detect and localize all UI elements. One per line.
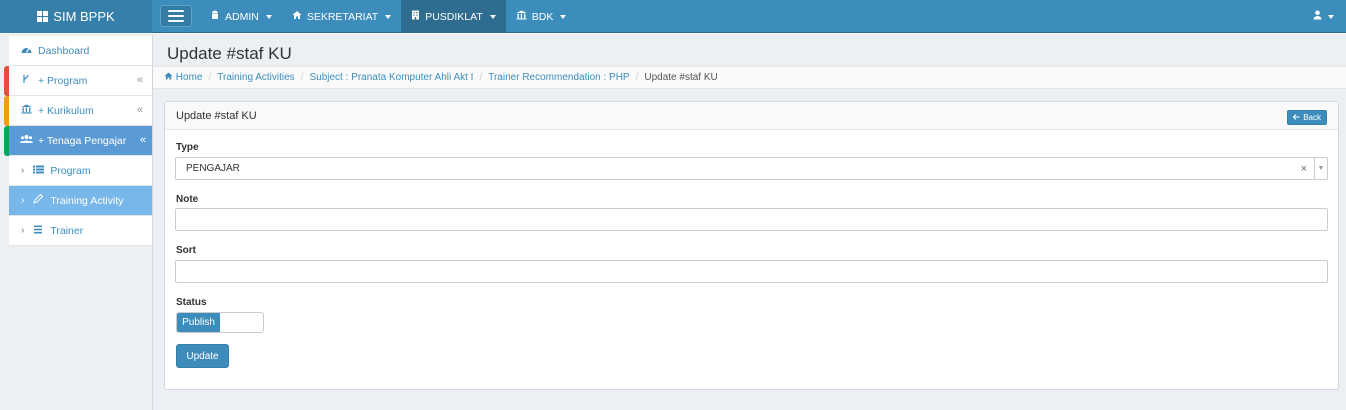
caret-down-icon <box>489 14 496 19</box>
breadcrumb-subject[interactable]: Subject : Pranata Komputer Ahli Akt I <box>309 72 473 83</box>
collapse-icon[interactable]: « <box>140 134 146 146</box>
sidebar: Dashboard + Program « + Kurikulum « + Te… <box>0 34 153 410</box>
breadcrumb-separator: / <box>300 72 304 83</box>
breadcrumb: Home / Training Activities / Subject : P… <box>153 66 1346 89</box>
note-label: Note <box>176 194 199 205</box>
breadcrumb-home[interactable]: Home <box>164 72 202 83</box>
type-select-value: PENGAJAR <box>186 163 240 174</box>
home-icon <box>164 72 176 83</box>
bars-icon <box>32 225 44 237</box>
sidebar-item-label: Dashboard <box>38 44 90 57</box>
main-menu: ADMIN SEKRETARIAT PUSDIKLAT BDK <box>200 0 576 33</box>
breadcrumb-separator: / <box>479 72 483 83</box>
main-content: Update #staf KU Home / Training Activiti… <box>153 34 1346 410</box>
menu-admin[interactable]: ADMIN <box>200 0 282 33</box>
building-icon <box>411 10 420 23</box>
top-navbar: SIM BPPK ADMIN SEKRETARIAT PUSDIKLAT BDK <box>0 0 1346 33</box>
clear-icon[interactable]: × <box>1301 163 1307 175</box>
sidebar-item-label: Training Activity <box>50 194 124 207</box>
update-form-box: Update #staf KU Back Type PENGAJAR × ▼ N… <box>164 101 1339 390</box>
sidebar-item-label: + Kurikulum <box>38 104 94 117</box>
users-icon <box>20 134 33 147</box>
arrow-left-icon <box>1292 113 1300 122</box>
menu-sekretariat[interactable]: SEKRETARIAT <box>282 0 401 33</box>
collapse-icon[interactable]: « <box>137 104 143 116</box>
breadcrumb-home-label: Home <box>175 72 203 83</box>
back-button-label: Back <box>1303 113 1321 122</box>
sidebar-subitem-trainer[interactable]: › Trainer <box>9 216 152 246</box>
breadcrumb-separator: / <box>208 72 212 83</box>
sidebar-item-program[interactable]: + Program « <box>9 66 152 96</box>
back-button[interactable]: Back <box>1287 110 1327 125</box>
sort-input[interactable] <box>175 260 1328 283</box>
update-button[interactable]: Update <box>176 344 229 368</box>
sidebar-item-label: + Tenaga Pengajar <box>38 134 127 147</box>
caret-down-icon <box>560 14 567 19</box>
page-title: Update #staf KU <box>167 44 292 63</box>
sort-label: Sort <box>176 245 196 256</box>
chevron-right-icon: › <box>21 225 25 236</box>
brand-name: SIM BPPK <box>53 9 115 24</box>
chevron-right-icon: › <box>21 165 25 176</box>
caret-down-icon <box>1328 14 1334 19</box>
menu-bdk[interactable]: BDK <box>506 0 577 33</box>
sidebar-item-tenaga-pengajar[interactable]: + Tenaga Pengajar « <box>9 126 152 156</box>
status-toggle[interactable]: Publish <box>176 312 264 333</box>
sidebar-subitem-training-activity[interactable]: › Training Activity <box>9 186 152 216</box>
menu-bdk-label: BDK <box>531 10 554 23</box>
android-icon <box>210 10 220 23</box>
breadcrumb-current: Update #staf KU <box>644 72 718 83</box>
sidebar-toggle-button[interactable] <box>160 5 192 27</box>
dashboard-icon <box>20 45 32 57</box>
institution-icon <box>20 104 32 117</box>
institution-icon <box>516 10 527 23</box>
breadcrumb-trainer-recommendation[interactable]: Trainer Recommendation : PHP <box>488 72 629 83</box>
home-icon <box>292 10 302 23</box>
menu-admin-label: ADMIN <box>225 10 259 23</box>
menu-pusdiklat[interactable]: PUSDIKLAT <box>401 0 506 33</box>
list-icon <box>32 165 44 177</box>
pencil-icon <box>32 193 44 207</box>
box-header: Update #staf KU <box>165 102 1338 130</box>
sidebar-item-label: Trainer <box>50 224 84 237</box>
fork-icon <box>20 74 32 87</box>
caret-down-icon <box>385 14 392 19</box>
sidebar-item-dashboard[interactable]: Dashboard <box>9 36 152 66</box>
sidebar-subitem-program[interactable]: › Program <box>9 156 152 186</box>
status-toggle-on: Publish <box>177 313 220 332</box>
note-input[interactable] <box>175 208 1328 231</box>
sidebar-item-label: + Program <box>38 74 88 87</box>
menu-pusdiklat-label: PUSDIKLAT <box>425 10 483 23</box>
menu-sekretariat-label: SEKRETARIAT <box>306 10 379 23</box>
type-select[interactable]: PENGAJAR × ▼ <box>175 157 1328 180</box>
box-title: Update #staf KU <box>176 109 257 122</box>
sidebar-item-kurikulum[interactable]: + Kurikulum « <box>9 96 152 126</box>
type-label: Type <box>176 142 199 153</box>
th-large-icon <box>37 11 49 22</box>
caret-down-icon <box>265 14 272 19</box>
collapse-icon[interactable]: « <box>137 74 143 86</box>
status-label: Status <box>176 297 207 308</box>
user-icon <box>1313 10 1322 23</box>
breadcrumb-training-activities[interactable]: Training Activities <box>217 72 294 83</box>
chevron-right-icon: › <box>21 195 25 206</box>
chevron-down-icon[interactable]: ▼ <box>1314 158 1327 179</box>
user-menu[interactable] <box>1313 0 1334 33</box>
breadcrumb-separator: / <box>635 72 639 83</box>
sidebar-item-label: Program <box>50 164 91 177</box>
brand-logo[interactable]: SIM BPPK <box>0 0 152 33</box>
